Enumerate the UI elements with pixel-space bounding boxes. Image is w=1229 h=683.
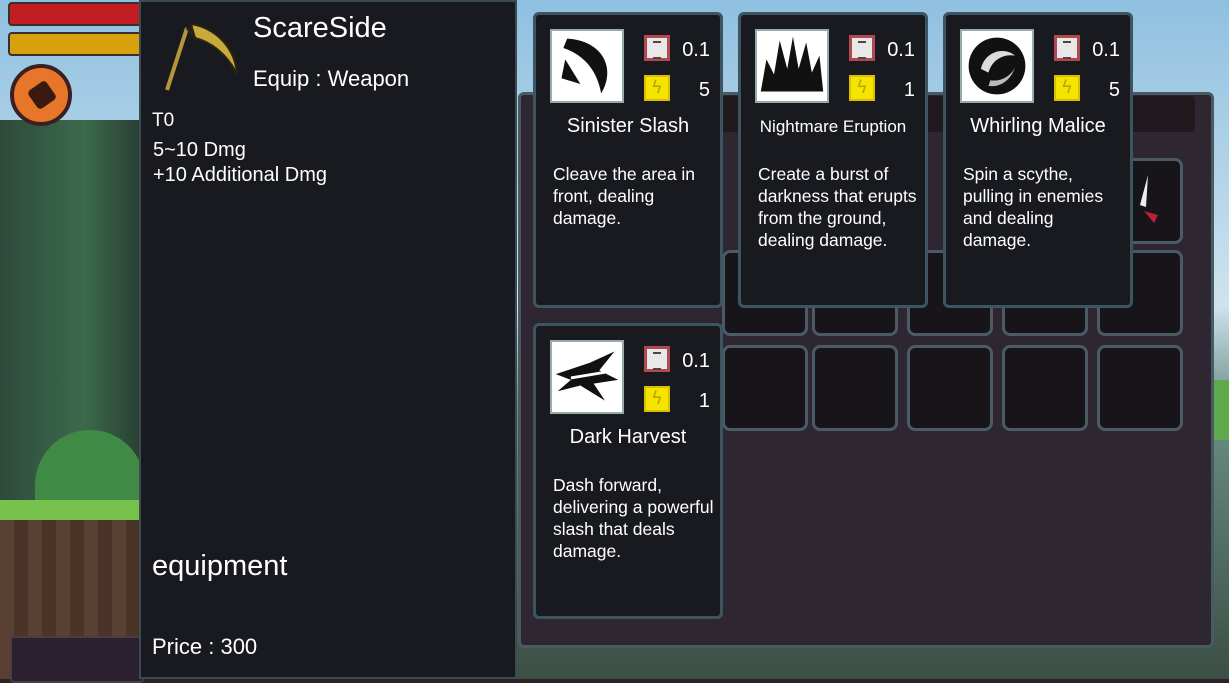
inventory-slot[interactable] bbox=[812, 345, 898, 431]
skill-card-whirling-malice[interactable]: 0.1 5 Whirling Malice Spin a scythe, pul… bbox=[943, 12, 1133, 308]
skill-name: Whirling Malice bbox=[970, 115, 1106, 137]
mana-cost-icon bbox=[849, 75, 875, 101]
grass-ground bbox=[0, 500, 140, 520]
inventory-slot[interactable] bbox=[907, 345, 993, 431]
skill-orb[interactable] bbox=[10, 64, 72, 126]
mana-cost-value: 5 bbox=[1108, 79, 1120, 101]
skill-description: Dash forward, delivering a powerful slas… bbox=[553, 475, 714, 561]
dark-burst-icon bbox=[755, 29, 829, 103]
scythe-icon bbox=[165, 22, 238, 91]
mana-cost-icon bbox=[644, 75, 670, 101]
skill-card-nightmare-eruption[interactable]: 0.1 1 Nightmare Eruption Create a burst … bbox=[738, 12, 928, 308]
item-equip-slot: Equip : Weapon bbox=[253, 66, 410, 91]
skill-description: Spin a scythe, pulling in enemies and de… bbox=[963, 164, 1104, 250]
item-price: Price : 300 bbox=[152, 634, 258, 659]
inventory-slot[interactable] bbox=[722, 345, 808, 431]
inventory-slot[interactable] bbox=[1097, 345, 1183, 431]
cooldown-icon bbox=[1054, 35, 1080, 61]
item-name: ScareSide bbox=[253, 12, 387, 44]
item-damage: 5~10 Dmg bbox=[153, 139, 246, 161]
inventory-slot[interactable] bbox=[1002, 345, 1088, 431]
skill-description: Cleave the area in front, dealing damage… bbox=[553, 164, 696, 228]
mana-bar bbox=[8, 32, 142, 56]
cooldown-value: 0.1 bbox=[1092, 39, 1120, 61]
skill-name: Nightmare Eruption bbox=[759, 117, 907, 136]
whirl-icon bbox=[960, 29, 1034, 103]
mana-cost-icon bbox=[644, 386, 670, 412]
cooldown-value: 0.1 bbox=[682, 39, 710, 61]
hotbar-slot[interactable] bbox=[10, 636, 144, 683]
cooldown-icon bbox=[644, 35, 670, 61]
skill-name: Dark Harvest bbox=[569, 426, 687, 448]
dash-slash-icon bbox=[550, 340, 624, 414]
item-tier: T0 bbox=[152, 110, 175, 131]
mana-cost-value: 1 bbox=[903, 79, 915, 101]
skill-card-dark-harvest[interactable]: 0.1 1 Dark Harvest Dash forward, deliver… bbox=[533, 323, 723, 619]
potion-icon bbox=[26, 79, 58, 111]
cooldown-icon bbox=[644, 346, 670, 372]
cooldown-icon bbox=[849, 35, 875, 61]
mana-cost-value: 5 bbox=[698, 79, 710, 101]
skill-description: Create a burst of darkness that erupts f… bbox=[758, 164, 917, 250]
item-info-panel: ScareSide Equip : Weapon T0 5~10 Dmg +10… bbox=[139, 0, 517, 679]
mana-cost-icon bbox=[1054, 75, 1080, 101]
cooldown-value: 0.1 bbox=[887, 39, 915, 61]
crescent-slash-icon bbox=[550, 29, 624, 103]
skill-card-sinister-slash[interactable]: 0.1 5 Sinister Slash Cleave the area in … bbox=[533, 12, 723, 308]
mana-cost-value: 1 bbox=[698, 390, 710, 412]
cooldown-value: 0.1 bbox=[682, 350, 710, 372]
health-bar bbox=[8, 2, 142, 26]
item-category: equipment bbox=[152, 550, 288, 582]
item-additional-damage: +10 Additional Dmg bbox=[153, 164, 328, 186]
skill-name: Sinister Slash bbox=[566, 115, 690, 137]
